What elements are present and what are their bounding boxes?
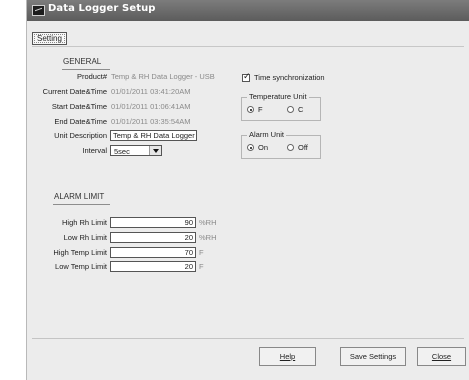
high-rh-limit-unit: %RH bbox=[199, 218, 217, 227]
temp-unit-f-label: F bbox=[258, 105, 263, 114]
start-datetime-label: Start Date&Time bbox=[51, 102, 107, 111]
end-datetime-label: End Date&Time bbox=[54, 117, 107, 126]
low-rh-limit-label: Low Rh Limit bbox=[63, 233, 107, 242]
low-temp-limit-label: Low Temp Limit bbox=[55, 262, 107, 271]
alarm-limit-heading: ALARM LIMIT bbox=[53, 192, 110, 205]
unit-description-label: Unit Description bbox=[54, 131, 107, 140]
temp-unit-c-radio[interactable] bbox=[287, 106, 294, 113]
alarm-on-radio[interactable] bbox=[247, 144, 254, 151]
app-icon bbox=[32, 5, 45, 16]
temp-unit-c-label: C bbox=[298, 105, 304, 114]
low-temp-limit-input[interactable]: 20 bbox=[110, 261, 196, 272]
high-rh-limit-input[interactable]: 90 bbox=[110, 217, 196, 228]
window-title: Data Logger Setup bbox=[48, 3, 156, 14]
low-temp-limit-unit: F bbox=[199, 262, 204, 271]
chevron-down-icon[interactable] bbox=[149, 146, 161, 155]
alarm-unit-group: Alarm Unit On Off bbox=[241, 130, 321, 159]
low-rh-limit-input[interactable]: 20 bbox=[110, 232, 196, 243]
save-settings-button[interactable]: Save Settings bbox=[340, 347, 406, 366]
temperature-unit-title: Temperature Unit bbox=[247, 92, 309, 101]
close-button-label: Close bbox=[431, 352, 452, 361]
alarm-off-label: Off bbox=[298, 143, 308, 152]
alarm-on-label: On bbox=[258, 143, 269, 152]
general-heading-underline bbox=[62, 69, 110, 70]
product-label: Product# bbox=[76, 72, 107, 81]
end-datetime-value: 01/01/2011 03:35:54AM bbox=[111, 117, 191, 126]
data-logger-setup-window: Data Logger Setup Setting GENERAL Produc… bbox=[27, 0, 469, 380]
interval-select[interactable]: 5sec bbox=[110, 145, 162, 156]
time-sync-label: Time synchronization bbox=[254, 73, 325, 82]
help-button[interactable]: Help bbox=[259, 347, 316, 366]
high-rh-limit-label: High Rh Limit bbox=[61, 218, 107, 227]
unit-description-input[interactable]: Temp & RH Data Logger bbox=[110, 130, 197, 141]
close-button[interactable]: Close bbox=[417, 347, 466, 366]
alarm-unit-title: Alarm Unit bbox=[247, 130, 287, 139]
time-sync-checkbox[interactable]: ✓ bbox=[242, 71, 251, 82]
high-temp-limit-unit: F bbox=[199, 248, 204, 257]
footer-divider bbox=[32, 338, 464, 339]
alarm-limit-heading-underline bbox=[53, 204, 110, 205]
start-datetime-value: 01/01/2011 01:06:41AM bbox=[111, 102, 191, 111]
temperature-unit-group: Temperature Unit F C bbox=[241, 92, 321, 121]
title-bar[interactable]: Data Logger Setup bbox=[27, 0, 469, 21]
temp-unit-f-radio[interactable] bbox=[247, 106, 254, 113]
current-datetime-label: Current Date&Time bbox=[42, 87, 107, 96]
interval-selected-value: 5sec bbox=[114, 147, 130, 156]
high-temp-limit-label: High Temp Limit bbox=[53, 248, 107, 257]
alarm-limit-heading-text: ALARM LIMIT bbox=[54, 192, 105, 201]
general-heading: GENERAL bbox=[62, 57, 110, 70]
interval-label: Interval bbox=[82, 146, 107, 155]
tab-setting[interactable]: Setting bbox=[32, 32, 67, 45]
general-heading-text: GENERAL bbox=[63, 57, 102, 66]
checkmark-icon: ✓ bbox=[243, 71, 251, 81]
low-rh-limit-unit: %RH bbox=[199, 233, 217, 242]
current-datetime-value: 01/01/2011 03:41:20AM bbox=[111, 87, 191, 96]
alarm-off-radio[interactable] bbox=[287, 144, 294, 151]
product-value: Temp & RH Data Logger - USB bbox=[111, 72, 215, 81]
high-temp-limit-input[interactable]: 70 bbox=[110, 247, 196, 258]
tab-divider bbox=[32, 46, 464, 47]
save-settings-button-label: Save Settings bbox=[349, 352, 397, 361]
help-button-label: Help bbox=[279, 352, 296, 361]
